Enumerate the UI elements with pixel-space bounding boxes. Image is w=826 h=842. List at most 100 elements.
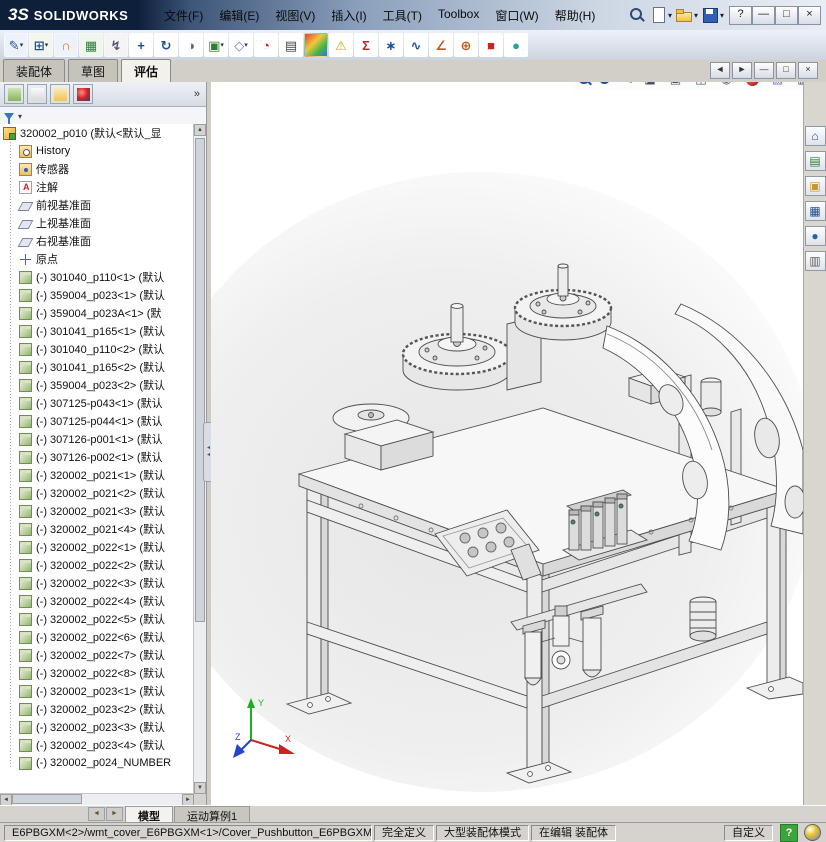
tree-item[interactable]: (-) 320002_p022<6> (默认 [0,628,194,646]
display-style-icon[interactable]: ◫ [691,82,711,89]
dropdown-arrow-icon[interactable]: ▾ [711,82,715,83]
reference-geometry-icon[interactable]: ◇▾ [229,33,253,57]
dropdown-arrow-icon[interactable]: ▾ [788,82,792,83]
tree-item[interactable]: 注解 [0,178,194,196]
tab-motion-study[interactable]: 运动算例1 [174,806,250,822]
tree-item[interactable]: (-) 320002_p023<2> (默认 [0,700,194,718]
scroll-tabs-right-button[interactable]: ► [106,807,123,821]
close-document-button[interactable]: × [798,62,818,79]
tree-item[interactable]: (-) 320002_p022<1> (默认 [0,538,194,556]
design-library-icon[interactable]: ▤ [805,151,826,171]
zoom-to-fit-icon[interactable] [574,82,594,89]
propertymanager-icon[interactable] [27,84,47,104]
restore-document-button[interactable]: □ [776,62,796,79]
assembly-model[interactable] [211,82,803,806]
tree-item[interactable]: History [0,142,194,160]
minimize-document-button[interactable]: — [754,62,774,79]
tree-item[interactable]: (-) 307125-p043<1> (默认 [0,394,194,412]
restore-button[interactable]: □ [775,6,798,25]
open-document-icon[interactable] [674,5,694,25]
tree-item[interactable]: 原点 [0,250,194,268]
tree-item[interactable]: (-) 320002_p021<1> (默认 [0,466,194,484]
view-settings-icon[interactable]: ▥ [793,82,803,89]
quick-tips-icon[interactable]: ? [780,824,798,842]
solidworks-resources-icon[interactable]: ⌂ [805,126,826,146]
menu-item[interactable]: Toolbox [430,2,487,29]
show-hidden-components-icon[interactable]: ◑ [179,33,203,57]
help-button[interactable]: ? [729,6,752,25]
dropdown-arrow-icon[interactable]: ▾ [686,82,690,83]
tree-item[interactable]: (-) 320002_p021<4> (默认 [0,520,194,538]
minimize-button[interactable]: — [752,6,775,25]
tree-item[interactable]: (-) 320002_p022<7> (默认 [0,646,194,664]
search-icon[interactable] [627,6,645,24]
rotate-component-icon[interactable]: ↻ [154,33,178,57]
view-palette-icon[interactable]: ▦ [805,201,826,221]
linear-component-pattern-icon[interactable]: ▦ [79,33,103,57]
displaymanager-icon[interactable] [73,84,93,104]
scroll-down-icon[interactable]: ▼ [194,782,206,794]
menu-item[interactable]: 视图(V) [267,2,323,29]
appearances-scenes-icon[interactable]: ● [805,226,826,246]
dropdown-arrow-icon[interactable]: ▾ [762,82,766,83]
tree-item[interactable]: (-) 320002_p021<2> (默认 [0,484,194,502]
tree-item[interactable]: (-) 359004_p023A<1> (默 [0,304,194,322]
panel-chevron-icon[interactable]: » [194,88,202,100]
filter-dropdown-icon[interactable]: ▾ [18,112,22,121]
save-icon[interactable] [700,5,720,25]
menu-item[interactable]: 帮助(H) [547,2,604,29]
tree-item[interactable]: (-) 320002_p024_NUMBER [0,754,194,772]
tree-item[interactable]: (-) 320002_p021<3> (默认 [0,502,194,520]
new-document-icon[interactable] [648,5,668,25]
dropdown-arrow-icon[interactable]: ▾ [720,11,724,20]
menu-item[interactable]: 窗口(W) [487,2,546,29]
menu-item[interactable]: 工具(T) [375,2,430,29]
tree-item[interactable]: 上视基准面 [0,214,194,232]
menu-item[interactable]: 插入(I) [323,2,374,29]
tree-item[interactable]: (-) 307126-p001<1> (默认 [0,430,194,448]
mass-properties-icon[interactable]: ⊕ [454,33,478,57]
mate-icon[interactable]: ∩ [54,33,78,57]
tree-item[interactable]: (-) 320002_p022<3> (默认 [0,574,194,592]
menu-item[interactable]: 文件(F) [156,2,211,29]
smart-fasteners-icon[interactable]: ↯ [104,33,128,57]
scene-ball-icon[interactable]: ● [504,33,528,57]
tree-item[interactable]: 前视基准面 [0,196,194,214]
close-button[interactable]: × [798,6,821,25]
tree-item[interactable]: (-) 320002_p023<4> (默认 [0,736,194,754]
hide-show-items-icon[interactable]: ◉ [717,82,737,89]
graphics-area[interactable]: ◄ ◪▾ ▣▾ ◫▾ ◉▾ [211,82,803,806]
previous-document-button[interactable]: ◄ [710,62,730,79]
tab-model[interactable]: 模型 [125,806,173,822]
section-view-icon[interactable]: ◪ [640,82,660,89]
apply-scene-icon[interactable]: ▨ [768,82,788,89]
bill-of-materials-icon[interactable]: ▤ [279,33,303,57]
assembly-features-icon[interactable]: ▣▾ [204,33,228,57]
tab-sketch[interactable]: 草图 [68,59,118,82]
scrollbar-thumb[interactable] [195,138,205,622]
next-document-button[interactable]: ► [732,62,752,79]
tree-item[interactable]: (-) 320002_p023<1> (默认 [0,682,194,700]
tree-item[interactable]: (-) 359004_p023<2> (默认 [0,376,194,394]
appearance-icon[interactable] [304,33,328,57]
scroll-up-icon[interactable]: ▲ [194,124,206,136]
tree-item[interactable]: (-) 301041_p165<1> (默认 [0,322,194,340]
tree-item[interactable]: (-) 301040_p110<1> (默认 [0,268,194,286]
scrollbar-thumb[interactable] [12,794,82,804]
tree-item[interactable]: (-) 320002_p023<3> (默认 [0,718,194,736]
tree-item[interactable]: (-) 301041_p165<2> (默认 [0,358,194,376]
tree-item[interactable]: 右视基准面 [0,232,194,250]
filter-funnel-icon[interactable] [4,113,14,120]
scroll-tabs-left-button[interactable]: ◄ [88,807,105,821]
exploded-view-icon[interactable]: ∗ [379,33,403,57]
tree-item[interactable]: (-) 307125-p044<1> (默认 [0,412,194,430]
tree-root-item[interactable]: 320002_p010 (默认<默认_显 [0,124,194,142]
tree-item[interactable]: (-) 320002_p022<2> (默认 [0,556,194,574]
status-customize[interactable]: 自定义 [724,825,773,841]
tree-item[interactable]: (-) 320002_p022<4> (默认 [0,592,194,610]
stop-icon[interactable]: ■ [479,33,503,57]
status-sphere-icon[interactable] [804,824,821,841]
tree-item[interactable]: (-) 307126-p002<1> (默认 [0,448,194,466]
insert-component-icon[interactable]: ⊞▾ [29,33,53,57]
tab-evaluate[interactable]: 评估 [121,59,171,82]
